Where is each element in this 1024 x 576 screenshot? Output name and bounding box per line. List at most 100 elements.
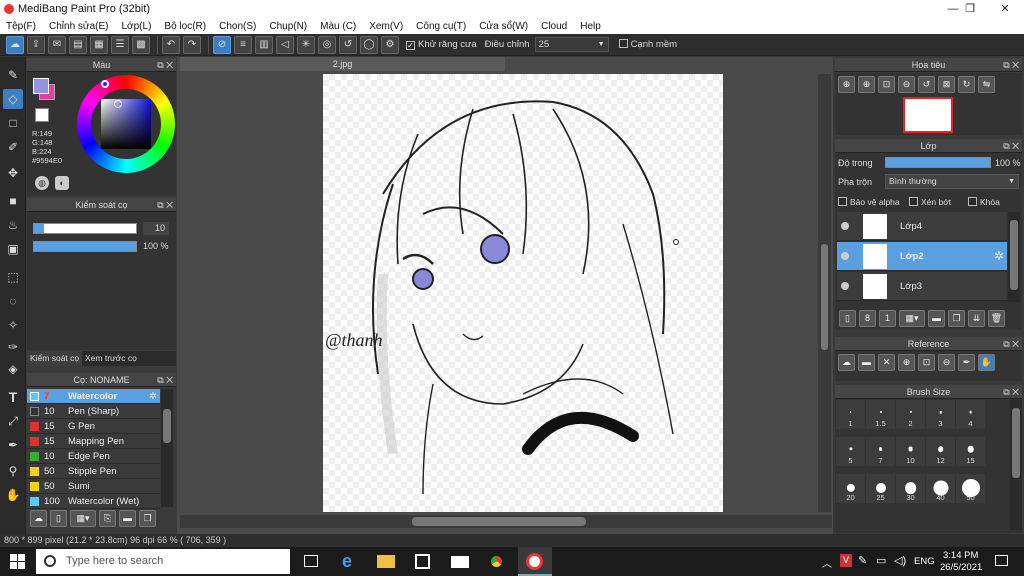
brush-size-preset[interactable]: 7 (866, 437, 895, 466)
brush-item[interactable]: 10 Pen (Sharp) (27, 404, 160, 419)
layer-item[interactable]: Lớp4 (837, 212, 1007, 241)
comment-icon[interactable]: ▤ (69, 35, 87, 54)
menu-cloud[interactable]: Cloud (541, 21, 567, 32)
brush-size-preset[interactable]: 5 (836, 437, 865, 466)
zoom-in-icon[interactable]: ⊕ (898, 354, 915, 371)
edge-icon[interactable]: e (342, 551, 352, 572)
undo-icon[interactable]: ↶ (162, 35, 180, 54)
zoom-in-alt-icon[interactable]: ⊕ (858, 76, 875, 93)
folder-icon[interactable]: ▬ (119, 510, 136, 527)
volume-icon[interactable]: ◁) (894, 554, 906, 567)
delete-layer-icon[interactable]: 🗑 (988, 310, 1005, 327)
transparent-swatch[interactable] (35, 108, 49, 122)
brush-item[interactable]: 7 Watercolor ✲ (27, 389, 160, 404)
clock-date[interactable]: 26/5/2021 (940, 562, 982, 573)
select-rect-icon[interactable]: ⬚ (3, 267, 23, 287)
cloud-open-icon[interactable]: ☁ (838, 354, 855, 371)
scroll-thumb[interactable] (821, 244, 828, 350)
duplicate-layer-icon[interactable]: ❐ (948, 310, 965, 327)
add-brush-icon[interactable]: ▦▾ (70, 510, 96, 527)
tray-chevron-icon[interactable]: ︿ (822, 555, 832, 570)
protect-alpha-checkbox[interactable]: Bảo vệ alpha (838, 197, 900, 207)
navigator-thumbnail[interactable] (903, 97, 953, 133)
document-tab[interactable]: 2.jpg (180, 57, 505, 71)
flip-icon[interactable]: ⇋ (978, 76, 995, 93)
chrome-icon[interactable] (487, 552, 506, 571)
palette-icon[interactable]: ◍ (35, 176, 49, 190)
file-explorer-icon[interactable] (377, 555, 395, 568)
eraser-tool-icon[interactable]: ◇ (3, 89, 23, 109)
notification-icon[interactable] (995, 555, 1008, 566)
antialias-checkbox[interactable]: ✓ Khử răng cưa (406, 39, 477, 50)
brush-size-preset[interactable]: 30 (896, 474, 925, 503)
zoom-in-icon[interactable]: ⊕ (838, 76, 855, 93)
language-indicator[interactable]: ENG (914, 556, 935, 567)
windows-start-icon[interactable] (10, 554, 25, 569)
tab-brush-control[interactable]: Kiểm soát cọ (27, 351, 83, 366)
menu-filter[interactable]: Bộ lọc(R) (164, 21, 206, 32)
drawing-canvas[interactable]: @thanh (323, 74, 723, 512)
snap-circle-icon[interactable]: ◎ (318, 35, 336, 54)
list-icon[interactable]: ☰ (111, 35, 129, 54)
new-brush-icon[interactable]: ▯ (50, 510, 67, 527)
brush-size-preset[interactable]: 15 (956, 437, 985, 466)
brush-size-preset[interactable]: 10 (896, 437, 925, 466)
hand-icon[interactable]: ✋ (978, 354, 995, 371)
new-1bit-layer-icon[interactable]: 1 (879, 310, 896, 327)
eye-icon[interactable] (841, 222, 849, 230)
move-tool-icon[interactable]: ✥ (3, 163, 23, 183)
menu-edit[interactable]: Chỉnh sửa(E) (49, 21, 109, 32)
operation-tool-icon[interactable]: ⤢ (3, 411, 23, 431)
eye-icon[interactable] (841, 252, 849, 260)
brush-size-preset[interactable]: 12 (926, 437, 955, 466)
dropper-tool-icon[interactable]: ✒ (3, 435, 23, 455)
brush-item[interactable]: 100 Watercolor (Wet) (27, 494, 160, 509)
reset-icon[interactable]: ⊠ (938, 76, 955, 93)
menu-layer[interactable]: Lớp(L) (122, 21, 152, 32)
snap-curve-icon[interactable]: ↺ (339, 35, 357, 54)
snap-perspective-icon[interactable]: ◁ (276, 35, 294, 54)
mail-icon[interactable] (451, 556, 469, 568)
adjust-dropdown[interactable]: 25 ▼ (534, 37, 609, 52)
brush-size-preset[interactable]: 4 (956, 400, 985, 429)
eye-icon[interactable] (841, 282, 849, 290)
store-icon[interactable] (415, 554, 430, 569)
copy-brush-icon[interactable]: ⎘ (99, 510, 116, 527)
select-eraser-icon[interactable]: ◈ (3, 359, 23, 379)
select-pen-icon[interactable]: ✑ (3, 337, 23, 357)
brush-list-scrollbar[interactable] (161, 389, 173, 507)
gradient-tool-icon[interactable]: ▣ (3, 239, 23, 259)
brush-size-preset[interactable]: 2 (896, 400, 925, 429)
redo-icon[interactable]: ↷ (183, 35, 201, 54)
settings-icon[interactable]: ⚙ (381, 35, 399, 54)
zoom-out-icon[interactable]: ⊖ (898, 76, 915, 93)
gear-icon[interactable]: ✲ (149, 389, 157, 404)
brush-size-preset[interactable]: 50 (956, 474, 985, 503)
lock-checkbox[interactable]: Khóa (968, 197, 1000, 207)
panel-close-icon[interactable]: ⧉ ✕ (1003, 139, 1019, 153)
new-layer-icon[interactable]: ▯ (839, 310, 856, 327)
tray-app-icon[interactable]: V (840, 554, 852, 567)
clipping-checkbox[interactable]: Xén bớt (909, 197, 951, 207)
scroll-thumb[interactable] (163, 409, 171, 443)
fill-rect-tool-icon[interactable]: ■ (3, 191, 23, 211)
layer-item[interactable]: Lớp2 ✲ (837, 242, 1007, 271)
brush-item[interactable]: 10 Edge Pen (27, 449, 160, 464)
menu-help[interactable]: Help (580, 21, 601, 32)
brush-tool-icon[interactable]: ✎ (3, 65, 23, 85)
dropper-icon[interactable]: ✒ (958, 354, 975, 371)
tab-brush-preview[interactable]: Xem trước cọ (82, 351, 140, 366)
layer-item[interactable]: Lớp3 (837, 272, 1007, 301)
menu-snap[interactable]: Chụp(N) (269, 21, 307, 32)
new-8bit-layer-icon[interactable]: 8 (859, 310, 876, 327)
brush-size-preset[interactable]: 20 (836, 474, 865, 503)
bucket-tool-icon[interactable]: ♨ (3, 215, 23, 235)
brush-item[interactable]: 50 Sumi (27, 479, 160, 494)
vertical-scrollbar[interactable] (818, 74, 831, 512)
cloud-icon[interactable]: ☁ (6, 35, 24, 54)
page-icon[interactable]: ▦ (90, 35, 108, 54)
foreground-color-swatch[interactable] (33, 78, 49, 94)
panel-close-icon[interactable]: ⧉ ✕ (1003, 337, 1019, 351)
menu-window[interactable]: Cửa sổ(W) (479, 21, 528, 32)
brush-size-value[interactable]: 10 (143, 222, 169, 235)
